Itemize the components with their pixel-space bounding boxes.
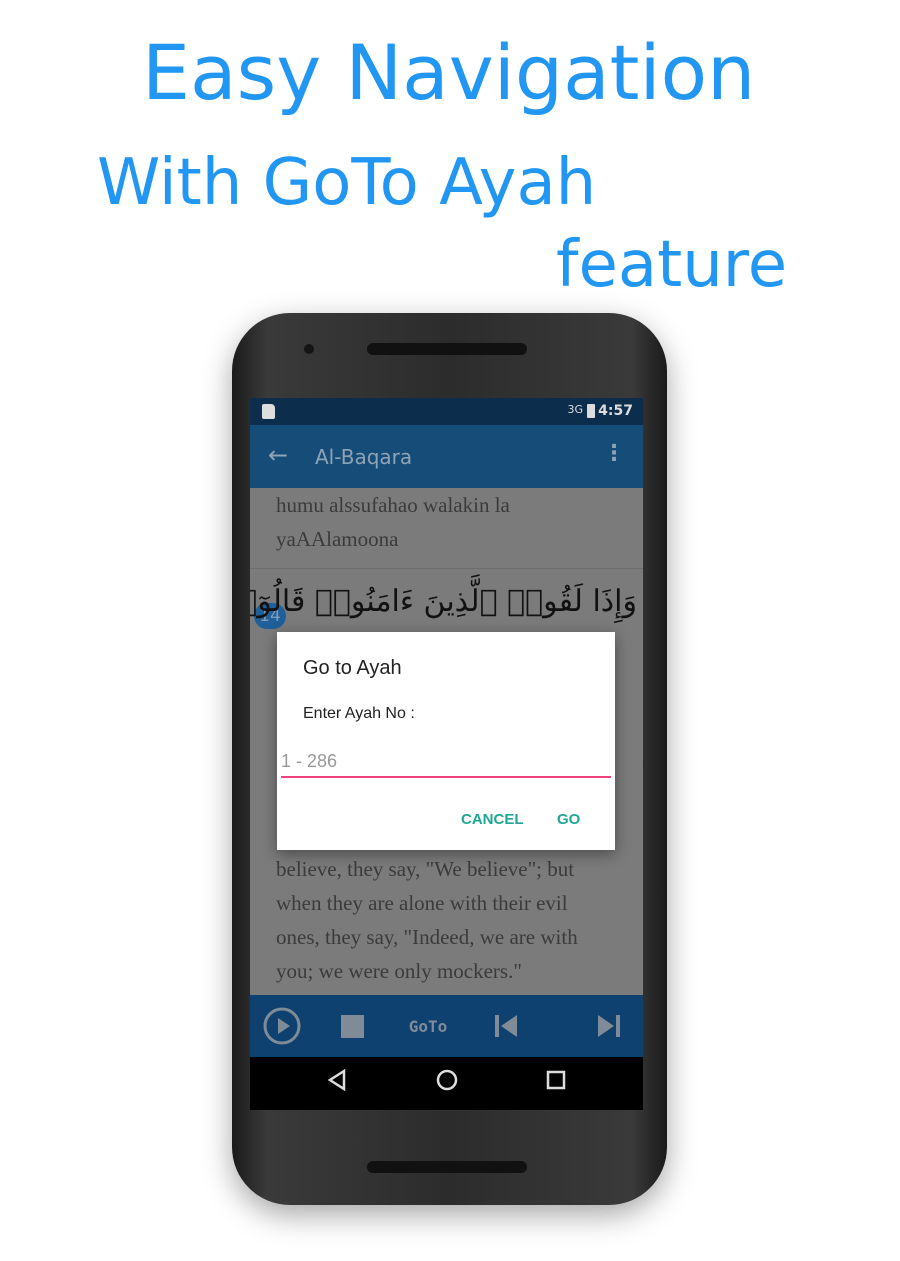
translation-line: believe, they say, "We believe"; but	[276, 857, 575, 881]
skip-next-icon[interactable]	[595, 995, 623, 1057]
recents-square-icon[interactable]	[546, 1069, 566, 1097]
cancel-button[interactable]: CANCEL	[461, 811, 524, 828]
camera-icon	[304, 344, 314, 354]
ayah-number-input[interactable]	[281, 746, 611, 778]
translation-line: ones, they say, "Indeed, we are with	[276, 925, 578, 949]
arabic-verse: وَإِذَا لَقُوا۟ ٱلَّذِينَ ءَامَنُوا۟ قَا…	[250, 584, 637, 619]
play-icon[interactable]	[262, 995, 302, 1057]
skip-previous-icon[interactable]	[492, 995, 520, 1057]
goto-button[interactable]: GoTo	[400, 995, 456, 1057]
translation-line: when they are alone with their evil	[276, 891, 568, 915]
earpiece-speaker	[367, 343, 527, 355]
signal-icon: 3G	[567, 403, 583, 416]
go-button[interactable]: GO	[557, 811, 580, 828]
translation-line: you; we were only mockers."	[276, 959, 522, 983]
battery-icon	[587, 404, 595, 418]
status-time: 4:57	[598, 403, 633, 419]
transliteration-line: humu alssufahao walakin la	[276, 493, 510, 517]
divider	[250, 568, 643, 569]
headline-line2: With GoTo Ayah	[97, 146, 597, 220]
back-triangle-icon[interactable]	[327, 1068, 347, 1097]
status-bar: 3G 4:57	[250, 398, 643, 425]
stop-icon[interactable]	[340, 995, 364, 1057]
toolbar: ← Al-Baqara ⋮	[250, 425, 643, 488]
dialog-label: Enter Ayah No :	[303, 705, 415, 722]
player-bar: GoTo	[250, 995, 643, 1057]
headline-line1: Easy Navigation	[142, 28, 756, 117]
bottom-speaker	[367, 1161, 527, 1173]
more-vert-icon[interactable]: ⋮	[603, 441, 625, 466]
navigation-bar	[250, 1057, 643, 1110]
arrow-left-icon[interactable]: ←	[268, 441, 288, 469]
page-title: Al-Baqara	[315, 445, 413, 469]
home-circle-icon[interactable]	[436, 1069, 458, 1097]
dialog-title: Go to Ayah	[303, 657, 402, 679]
sd-card-icon	[262, 404, 275, 419]
transliteration-line: yaAAlamoona	[276, 527, 399, 551]
goto-ayah-dialog: Go to Ayah Enter Ayah No : CANCEL GO	[277, 632, 615, 850]
headline-line3: feature	[556, 228, 788, 302]
